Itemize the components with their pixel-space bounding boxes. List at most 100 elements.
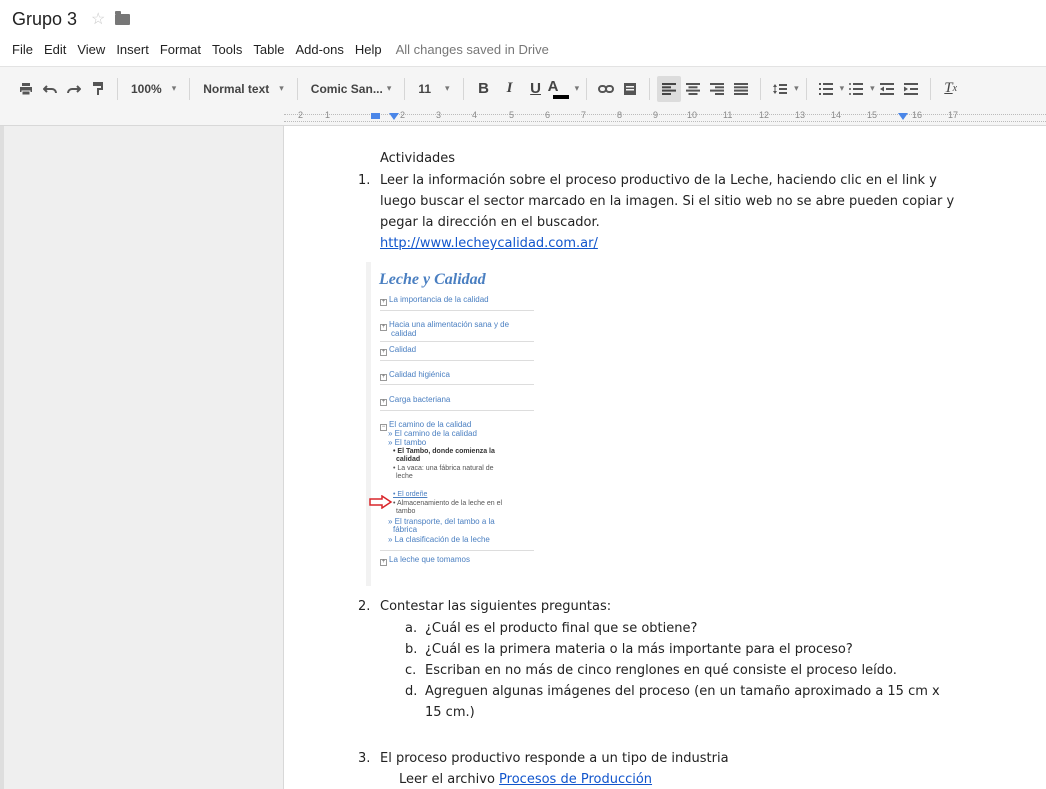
chevron-down-icon: ▾ [171, 83, 177, 93]
toolbar-divider [462, 77, 464, 100]
bulleted-list-icon[interactable] [844, 76, 868, 102]
ruler-number: 15 [867, 110, 878, 120]
undo-icon[interactable] [38, 76, 62, 102]
numbered-list-icon[interactable] [814, 76, 838, 102]
image-divider [380, 550, 534, 551]
bold-button[interactable]: B [471, 76, 497, 102]
menu-help[interactable]: Help [355, 42, 382, 57]
increase-indent-icon[interactable] [899, 76, 923, 102]
align-center-icon[interactable] [681, 76, 705, 102]
image-subsub-item: • Almacenamiento de la leche en el [393, 500, 503, 507]
image-subsub-item: calidad [396, 456, 421, 463]
list-number: 3. [358, 751, 371, 766]
ruler[interactable]: 2 1 2 3 4 5 6 7 8 9 10 11 12 13 14 15 16… [0, 110, 1046, 126]
comment-icon[interactable] [618, 76, 642, 102]
print-icon[interactable] [14, 76, 38, 102]
align-left-icon[interactable] [657, 75, 682, 102]
menu-insert[interactable]: Insert [116, 42, 149, 57]
chevron-down-icon[interactable]: ▾ [794, 83, 799, 94]
menu-table[interactable]: Table [253, 42, 284, 57]
link-icon[interactable] [594, 76, 618, 102]
sub-item-d-cont: 15 cm.) [425, 705, 475, 720]
align-right-icon[interactable] [705, 76, 729, 102]
plus-box-icon: + [380, 349, 387, 356]
sub-item-b: b. ¿Cuál es la primera materia o la más i… [405, 642, 853, 657]
menu-addons[interactable]: Add-ons [295, 42, 343, 57]
plus-box-icon: + [380, 299, 387, 306]
ruler-number: 13 [795, 110, 806, 120]
toolbar-divider [805, 77, 807, 100]
toolbar-divider [649, 77, 651, 100]
redo-icon[interactable] [62, 76, 86, 102]
menu-edit[interactable]: Edit [44, 42, 66, 57]
clear-formatting-button[interactable]: Tx [938, 76, 964, 102]
paint-format-icon[interactable] [86, 76, 110, 102]
italic-button[interactable]: I [497, 76, 523, 102]
toolbar-divider [586, 77, 588, 100]
chevron-down-icon: ▾ [279, 83, 284, 93]
font-size-select[interactable]: 11 ▾ [412, 76, 455, 102]
image-menu-item: + La importancia de la calidad [380, 295, 489, 306]
sub-item-d: d. Agreguen algunas imágenes del proceso … [405, 684, 940, 699]
procesos-link[interactable]: Procesos de Producción [499, 772, 652, 787]
zoom-value: 100% [131, 81, 162, 96]
left-indent-marker[interactable] [389, 113, 399, 120]
ruler-number: 7 [581, 110, 587, 120]
chevron-down-icon: ▾ [445, 83, 450, 93]
minus-box-icon: − [380, 424, 387, 431]
item3-text: El proceso productivo responde a un tipo… [380, 751, 729, 766]
document-title[interactable]: Grupo 3 [12, 9, 77, 30]
plus-box-icon: + [380, 324, 387, 331]
chevron-down-icon[interactable]: ▾ [575, 83, 580, 94]
first-line-indent-marker[interactable] [371, 113, 380, 121]
align-justify-icon[interactable] [729, 76, 753, 102]
chevron-down-icon: ▾ [386, 83, 392, 93]
toolbar-divider [760, 77, 762, 100]
font-value: Comic San... [310, 81, 383, 96]
image-subsub-item: • El Tambo, donde comienza la [393, 448, 495, 455]
star-icon[interactable]: ☆ [91, 9, 105, 29]
clear-x-icon: x [952, 83, 958, 94]
website-link[interactable]: http://www.lecheycalidad.com.ar/ [380, 233, 598, 254]
menu-format[interactable]: Format [160, 42, 201, 57]
toolbar-divider [929, 77, 931, 100]
menu-tools[interactable]: Tools [212, 42, 242, 57]
toolbar-divider [117, 77, 118, 100]
ruler-number: 1 [325, 110, 331, 120]
ruler-number: 3 [436, 110, 442, 120]
ruler-number: 2 [400, 110, 406, 120]
image-subsub-item: leche [396, 473, 413, 480]
menu-file[interactable]: File [12, 42, 33, 57]
image-highlighted-item: • El ordeñe [393, 491, 428, 498]
right-indent-marker[interactable] [898, 113, 908, 120]
document-page[interactable]: Actividades 1. Leer la información sobre… [285, 126, 1046, 789]
decrease-indent-icon[interactable] [875, 76, 899, 102]
save-status[interactable]: All changes saved in Drive [396, 42, 549, 57]
image-divider [380, 410, 534, 411]
style-value: Normal text [203, 81, 270, 96]
underline-button[interactable]: U [523, 76, 549, 102]
item1-line1: Leer la información sobre el proceso pro… [380, 173, 937, 188]
style-select[interactable]: Normal text ▾ [197, 76, 290, 102]
folder-icon[interactable] [115, 10, 131, 25]
ruler-number: 14 [831, 110, 842, 120]
toolbar: 100% ▾ Normal text ▾ Comic San... ▾ 11 ▾ B I… [0, 66, 1046, 110]
image-sub-item: » La clasificación de la leche [388, 535, 490, 544]
image-subsub-item: tambo [396, 508, 416, 515]
text-color-button[interactable]: A [548, 76, 573, 102]
toolbar-divider [189, 77, 191, 100]
menu-view[interactable]: View [77, 42, 105, 57]
zoom-select[interactable]: 100% ▾ [125, 76, 182, 102]
ruler-number: 4 [472, 110, 478, 120]
image-menu-item: + Calidad [380, 345, 417, 356]
font-size-value: 11 [418, 81, 432, 96]
font-select[interactable]: Comic San... ▾ [305, 76, 398, 102]
ruler-number: 8 [617, 110, 623, 120]
image-sub-item: fábrica [393, 525, 418, 534]
embedded-image[interactable]: Leche y Calidad + La importancia de la ca… [366, 262, 547, 586]
item2-text: Contestar las siguientes preguntas: [380, 599, 612, 614]
plus-box-icon: + [380, 374, 387, 381]
heading-actividades: Actividades [380, 151, 456, 166]
line-spacing-icon[interactable] [768, 76, 792, 102]
image-subsub-item: • La vaca: una fábrica natural de [393, 465, 494, 472]
